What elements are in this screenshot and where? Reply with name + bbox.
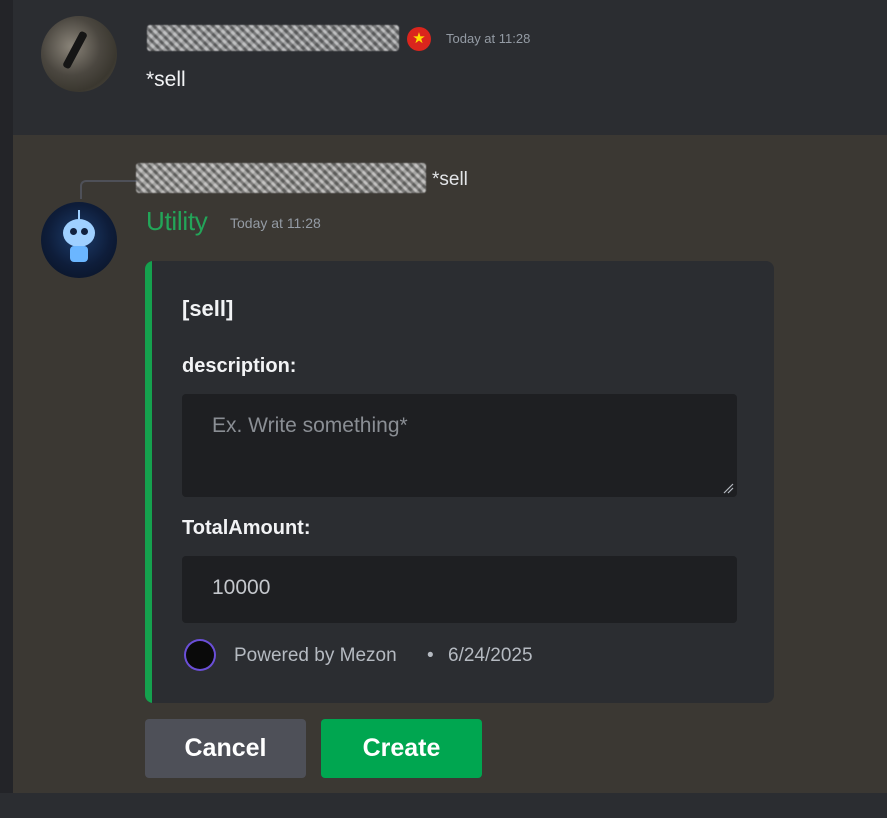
bot-author-name[interactable]: Utility [146,206,208,237]
user-avatar[interactable] [41,16,117,92]
description-textarea[interactable]: Ex. Write something* [182,394,737,497]
resize-grip-icon[interactable] [722,482,734,494]
message-bot: *sell Utility Today at 11:28 [sell] desc… [13,135,887,793]
reply-spine [80,180,138,199]
reply-username-blurred[interactable] [136,163,426,193]
channel-edge [0,0,13,818]
mezon-logo-icon [186,641,214,669]
username-blurred[interactable] [147,25,399,51]
total-amount-input[interactable]: 10000 [182,556,737,623]
embed-accent-bar [145,261,152,703]
bot-avatar[interactable] [41,202,117,278]
reply-content[interactable]: *sell [432,169,468,191]
message-user: ★ Today at 11:28 *sell [13,0,887,135]
message-timestamp: Today at 11:28 [446,31,531,46]
bot-message-timestamp: Today at 11:28 [230,215,321,231]
create-button[interactable]: Create [321,719,482,778]
embed-title: [sell] [182,296,234,321]
embed-footer-date: 6/24/2025 [448,645,533,666]
message-list-bottom [0,793,887,818]
total-amount-value: 10000 [212,576,271,599]
cancel-button[interactable]: Cancel [145,719,306,778]
footer-separator: • [427,645,434,666]
message-content: *sell [146,68,186,91]
vietnam-flag-star-icon: ★ [407,27,431,51]
total-amount-label: TotalAmount: [182,517,311,539]
description-label: description: [182,355,297,377]
embed-form: [sell] description: Ex. Write something*… [145,261,774,703]
description-placeholder: Ex. Write something* [212,414,408,437]
embed-footer-text: Powered by Mezon [234,645,397,666]
